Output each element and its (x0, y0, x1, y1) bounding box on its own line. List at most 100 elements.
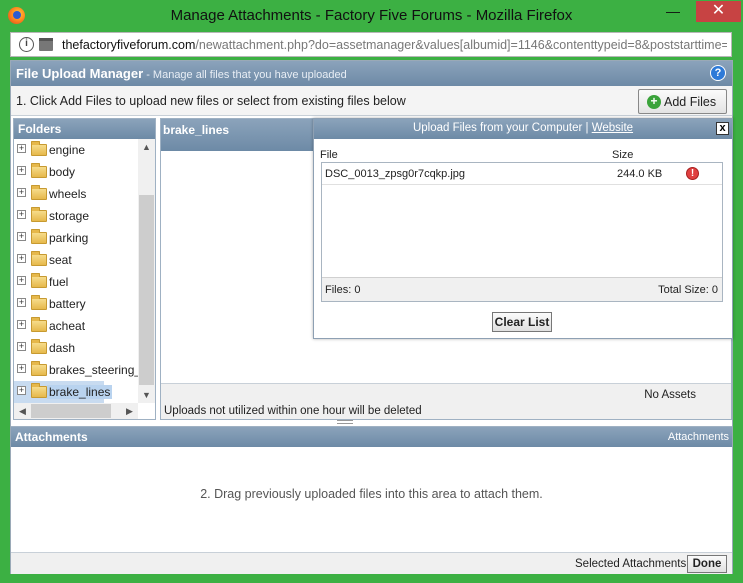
scroll-right-icon[interactable]: ▶ (121, 404, 138, 418)
instruction-text: 1. Click Add Files to upload new files o… (16, 94, 406, 108)
selected-attachments-label: Selected Attachments: (575, 558, 690, 570)
folder-icon (31, 207, 47, 222)
folder-item[interactable]: + body (14, 161, 138, 183)
folder-label: storage (49, 209, 90, 223)
folder-label: parking (49, 231, 89, 245)
attachments-title: Attachments (15, 430, 88, 444)
upload-manager: File Upload Manager - Manage all files t… (10, 60, 733, 574)
folder-icon (31, 339, 47, 354)
size-column-header: Size (612, 149, 634, 161)
expand-icon[interactable]: + (17, 210, 26, 219)
attachments-footer: Selected Attachments: Done (11, 552, 732, 574)
add-files-button[interactable]: + Add Files (638, 89, 727, 114)
folder-icon (31, 229, 47, 244)
expand-icon[interactable]: + (17, 342, 26, 351)
folder-icon (31, 295, 47, 310)
scroll-up-icon[interactable]: ▲ (138, 140, 155, 154)
folder-label: seat (49, 253, 72, 267)
folder-label: fuel (49, 275, 69, 289)
plus-icon: + (647, 95, 661, 109)
expand-icon[interactable]: + (17, 276, 26, 285)
error-icon[interactable]: ! (686, 167, 699, 180)
clear-list-button[interactable]: Clear List (492, 312, 552, 332)
folder-label: brakes_steering_g (49, 363, 138, 377)
folder-label: brake_lines (47, 385, 113, 399)
attachments-toggle[interactable]: Attachments (668, 431, 729, 443)
minimize-button[interactable]: — (659, 0, 687, 23)
folder-label: wheels (49, 187, 87, 201)
url-bar[interactable]: i thefactoryfiveforum.com/newattachment.… (10, 32, 732, 57)
folder-icon (31, 317, 47, 332)
folder-item-selected[interactable]: + brake_lines (14, 381, 113, 403)
upload-separator: | (582, 122, 592, 134)
expand-icon[interactable]: + (17, 254, 26, 263)
expand-icon[interactable]: + (17, 364, 26, 373)
folder-icon (31, 361, 47, 376)
folder-vertical-scrollbar[interactable]: ▲ ▼ (138, 139, 155, 403)
attachments-panel: Attachments Attachments 2. Drag previous… (11, 426, 732, 574)
file-name: DSC_0013_zpsg0r7cqkp.jpg (325, 168, 466, 180)
scroll-left-icon[interactable]: ◀ (14, 404, 31, 418)
drag-instruction: 2. Drag previously uploaded files into t… (200, 487, 543, 501)
folder-item[interactable]: + engine (14, 139, 138, 161)
total-size: Total Size: 0 (658, 284, 718, 296)
window-title: Manage Attachments - Factory Five Forums… (170, 7, 573, 24)
scroll-down-icon[interactable]: ▼ (138, 388, 155, 402)
expand-icon[interactable]: + (17, 166, 26, 175)
folder-icon (31, 383, 47, 398)
folder-label: body (49, 165, 76, 179)
help-icon[interactable]: ? (710, 65, 726, 81)
folder-icon (31, 141, 47, 156)
folder-item[interactable]: + battery (14, 293, 138, 315)
scroll-thumb[interactable] (31, 404, 111, 418)
url-host: thefactoryfiveforum.com (62, 38, 196, 52)
folder-item[interactable]: + parking (14, 227, 138, 249)
resize-splitter[interactable] (337, 420, 353, 424)
url-text[interactable]: thefactoryfiveforum.com/newattachment.ph… (62, 38, 727, 52)
close-dialog-icon[interactable]: x (716, 122, 729, 135)
folder-tree: + engine + body + wheels + storage + parking … (14, 139, 138, 403)
file-column-header: File (320, 149, 338, 161)
expand-icon[interactable]: + (17, 232, 26, 241)
manager-title: File Upload Manager - Manage all files t… (16, 66, 347, 81)
upload-dialog-title: Upload Files from your Computer (412, 122, 583, 134)
expand-icon[interactable]: + (17, 144, 26, 153)
scroll-thumb[interactable] (139, 195, 154, 385)
manager-header: File Upload Manager - Manage all files t… (11, 61, 732, 86)
manager-subtitle: - Manage all files that you have uploade… (143, 69, 347, 81)
folder-horizontal-scrollbar[interactable]: ◀ ▶ (14, 403, 138, 419)
folder-item[interactable]: + acheat (14, 315, 138, 337)
folders-panel: Folders + engine + body + wheels + storage +… (13, 118, 156, 420)
page-icon (39, 38, 53, 51)
folder-label: battery (49, 297, 86, 311)
folder-item[interactable]: + fuel (14, 271, 138, 293)
uploads-note: Uploads not utilized within one hour wil… (164, 405, 422, 417)
expand-icon[interactable]: + (17, 298, 26, 307)
folder-item[interactable]: + storage (14, 205, 138, 227)
url-path: /newattachment.php?do=assetmanager&value… (195, 38, 727, 52)
folder-item[interactable]: + brakes_steering_g (14, 359, 138, 381)
folder-item[interactable]: + seat (14, 249, 138, 271)
instruction-bar: 1. Click Add Files to upload new files o… (11, 86, 732, 116)
manager-title-text: File Upload Manager (16, 66, 144, 81)
upload-dialog: Upload Files from your Computer | Websit… (313, 118, 733, 339)
expand-icon[interactable]: + (17, 188, 26, 197)
close-window-button[interactable]: ✕ (696, 1, 741, 22)
done-button[interactable]: Done (687, 555, 727, 573)
expand-icon[interactable]: + (17, 386, 26, 395)
website-link[interactable]: Website (592, 122, 633, 134)
file-row[interactable]: DSC_0013_zpsg0r7cqkp.jpg 244.0 KB ! (322, 163, 722, 185)
folder-label: engine (49, 143, 86, 157)
expand-icon[interactable]: + (17, 320, 26, 329)
folder-item[interactable]: + wheels (14, 183, 138, 205)
folder-icon (31, 163, 47, 178)
folders-title: Folders (14, 119, 155, 139)
add-files-label: Add Files (664, 95, 717, 109)
attachments-header: Attachments Attachments (11, 427, 732, 447)
folder-label: acheat (49, 319, 86, 333)
folder-item[interactable]: + dash (14, 337, 138, 359)
no-assets-text: No Assets (644, 389, 696, 401)
upload-dialog-header: Upload Files from your Computer | Websit… (314, 119, 732, 139)
site-info-icon[interactable]: i (19, 37, 34, 52)
assets-footer: No Assets Uploads not utilized within on… (161, 383, 731, 419)
